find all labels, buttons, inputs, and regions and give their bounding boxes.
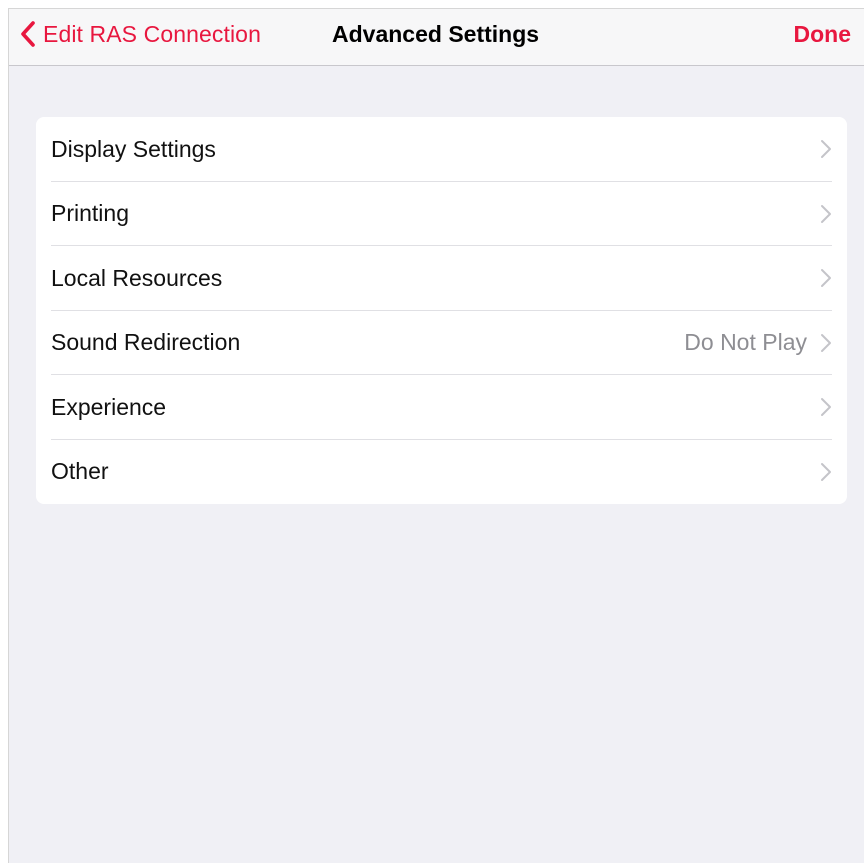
row-label: Sound Redirection — [51, 329, 241, 356]
row-detail-value: Do Not Play — [684, 329, 807, 356]
settings-row-printing[interactable]: Printing — [36, 182, 847, 247]
back-button-label: Edit RAS Connection — [43, 20, 261, 47]
chevron-right-icon — [819, 397, 833, 417]
navigation-bar: Edit RAS Connection Advanced Settings Do… — [9, 9, 864, 66]
chevron-right-icon — [819, 268, 833, 288]
settings-row-local-resources[interactable]: Local Resources — [36, 246, 847, 311]
settings-row-experience[interactable]: Experience — [36, 375, 847, 440]
back-button[interactable]: Edit RAS Connection — [19, 9, 261, 59]
page-title: Advanced Settings — [332, 20, 540, 47]
chevron-right-icon — [819, 462, 833, 482]
row-label: Printing — [51, 200, 129, 227]
row-label: Local Resources — [51, 264, 223, 291]
chevron-right-icon — [819, 204, 833, 224]
settings-list: Display Settings Printing Local Resource… — [36, 117, 847, 504]
row-label: Other — [51, 458, 109, 485]
app-window: Edit RAS Connection Advanced Settings Do… — [8, 8, 864, 863]
settings-row-other[interactable]: Other — [36, 440, 847, 505]
chevron-left-icon — [19, 21, 37, 47]
row-label: Display Settings — [51, 135, 216, 162]
row-label: Experience — [51, 393, 167, 420]
settings-row-display-settings[interactable]: Display Settings — [36, 117, 847, 182]
chevron-right-icon — [819, 139, 833, 159]
chevron-right-icon — [819, 333, 833, 353]
settings-row-sound-redirection[interactable]: Sound Redirection Do Not Play — [36, 311, 847, 376]
done-button[interactable]: Done — [794, 9, 852, 59]
